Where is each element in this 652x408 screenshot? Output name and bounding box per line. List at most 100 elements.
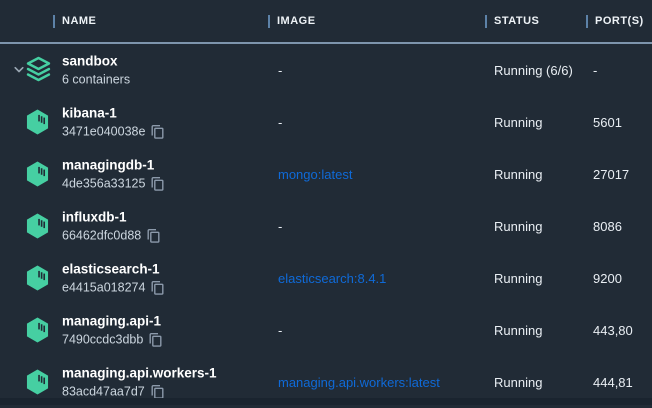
container-icon-wrap: [26, 162, 49, 187]
name-cell: managingdb-1 4de356a33125: [0, 148, 265, 200]
image-cell: -: [265, 219, 482, 234]
sub-label: 66462dfc0d88: [62, 228, 141, 244]
copy-id-button[interactable]: [147, 228, 160, 243]
copy-id-button[interactable]: [151, 280, 164, 295]
container-icon-wrap: [26, 370, 49, 395]
copy-icon[interactable]: [151, 176, 164, 191]
container-name[interactable]: elasticsearch-1: [62, 261, 164, 278]
copy-icon[interactable]: [151, 124, 164, 139]
image-cell: -: [265, 63, 482, 78]
table-body: sandbox 6 containers - Running (6/6) - kiban…: [0, 44, 652, 408]
column-header-image[interactable]: IMAGE: [268, 0, 316, 42]
containers-table: NAME IMAGE STATUS PORT(S) sandbox 6 conta…: [0, 0, 652, 408]
name-cell: influxdb-1 66462dfc0d88: [0, 200, 265, 252]
container-icon-wrap: [26, 318, 49, 343]
column-header-name[interactable]: NAME: [53, 0, 96, 42]
container-id: 7490ccdc3dbb: [62, 332, 162, 348]
copy-id-button[interactable]: [151, 176, 164, 191]
compose-group-row[interactable]: sandbox6 containers-Running (6/6)-: [0, 44, 652, 96]
column-header-label: IMAGE: [277, 15, 316, 27]
column-header-label: STATUS: [494, 15, 539, 27]
container-icon-wrap: [26, 214, 49, 239]
bottom-edge-strip: [0, 398, 652, 405]
chevron-down-icon[interactable]: [14, 67, 24, 74]
ports-cell: 443,80: [583, 323, 652, 338]
status-cell: Running (6/6): [482, 63, 583, 78]
status-cell: Running: [482, 271, 583, 286]
sub-label: 7490ccdc3dbb: [62, 332, 143, 348]
container-name[interactable]: managingdb-1: [62, 157, 164, 174]
table-header: NAME IMAGE STATUS PORT(S): [0, 0, 652, 44]
status-cell: Running: [482, 219, 583, 234]
container-count: 6 containers: [62, 72, 130, 88]
image-link[interactable]: managing.api.workers:latest: [278, 375, 440, 390]
name-cell: elasticsearch-1 e4415a018274: [0, 252, 265, 304]
container-row[interactable]: elasticsearch-1 e4415a018274 elasticsearc…: [0, 252, 652, 304]
container-row[interactable]: managingdb-14de356a33125 mongo:latestRun…: [0, 148, 652, 200]
column-separator: [268, 15, 270, 28]
status-cell: Running: [482, 323, 583, 338]
image-link[interactable]: mongo:latest: [278, 167, 352, 182]
stack-icon: [26, 57, 51, 84]
container-id: 66462dfc0d88: [62, 228, 160, 244]
name-block: sandbox 6 containers: [62, 53, 130, 88]
copy-icon[interactable]: [151, 384, 164, 399]
image-cell: -: [265, 323, 482, 338]
image-value: -: [278, 323, 282, 338]
sub-label: e4415a018274: [62, 280, 145, 296]
container-box-icon: [26, 214, 49, 239]
column-header-ports[interactable]: PORT(S): [586, 0, 644, 42]
container-name[interactable]: influxdb-1: [62, 209, 160, 226]
ports-cell: 9200: [583, 271, 652, 286]
image-link[interactable]: elasticsearch:8.4.1: [278, 271, 386, 286]
image-cell: -: [265, 115, 482, 130]
name-block: managingdb-1 4de356a33125: [62, 157, 164, 192]
expand-toggle[interactable]: [14, 67, 24, 74]
container-row[interactable]: managing.api-1 7490ccdc3dbb - Running443,8…: [0, 304, 652, 356]
container-box-icon: [26, 266, 49, 291]
container-id: 3471e040038e: [62, 124, 164, 140]
column-header-status[interactable]: STATUS: [485, 0, 539, 42]
container-icon-wrap: [26, 266, 49, 291]
container-id: e4415a018274: [62, 280, 164, 296]
container-box-icon: [26, 370, 49, 395]
ports-cell: 27017: [583, 167, 652, 182]
name-block: influxdb-1 66462dfc0d88: [62, 209, 160, 244]
container-name[interactable]: managing.api-1: [62, 313, 162, 330]
name-block: managing.api.workers-183acd47aa7d7: [62, 365, 217, 400]
ports-cell: 8086: [583, 219, 652, 234]
image-value: -: [278, 115, 282, 130]
copy-icon[interactable]: [149, 332, 162, 347]
container-box-icon: [26, 110, 49, 135]
container-row[interactable]: influxdb-1 66462dfc0d88 - Running8086: [0, 200, 652, 252]
ports-cell: 444,81: [583, 375, 652, 390]
column-separator: [586, 15, 588, 28]
image-value: -: [278, 219, 282, 234]
image-value: -: [278, 63, 282, 78]
container-name[interactable]: managing.api.workers-1: [62, 365, 217, 382]
container-name[interactable]: sandbox: [62, 53, 130, 70]
container-box-icon: [26, 162, 49, 187]
image-cell: elasticsearch:8.4.1: [265, 271, 482, 286]
container-box-icon: [26, 318, 49, 343]
name-block: managing.api-1 7490ccdc3dbb: [62, 313, 162, 348]
column-separator: [485, 15, 487, 28]
sub-label: 6 containers: [62, 72, 130, 88]
column-header-label: NAME: [62, 15, 96, 27]
container-row[interactable]: kibana-1 3471e040038e - Running5601: [0, 96, 652, 148]
copy-id-button[interactable]: [151, 384, 164, 399]
copy-id-button[interactable]: [149, 332, 162, 347]
sub-label: 3471e040038e: [62, 124, 145, 140]
image-cell: mongo:latest: [265, 167, 482, 182]
copy-icon[interactable]: [147, 228, 160, 243]
copy-icon[interactable]: [151, 280, 164, 295]
ports-cell: 5601: [583, 115, 652, 130]
column-header-label: PORT(S): [595, 15, 644, 27]
name-cell: sandbox 6 containers: [0, 44, 265, 96]
container-id: 4de356a33125: [62, 176, 164, 192]
container-icon-wrap: [26, 110, 49, 135]
status-cell: Running: [482, 115, 583, 130]
stack-icon-wrap: [26, 57, 51, 84]
copy-id-button[interactable]: [151, 124, 164, 139]
container-name[interactable]: kibana-1: [62, 105, 164, 122]
